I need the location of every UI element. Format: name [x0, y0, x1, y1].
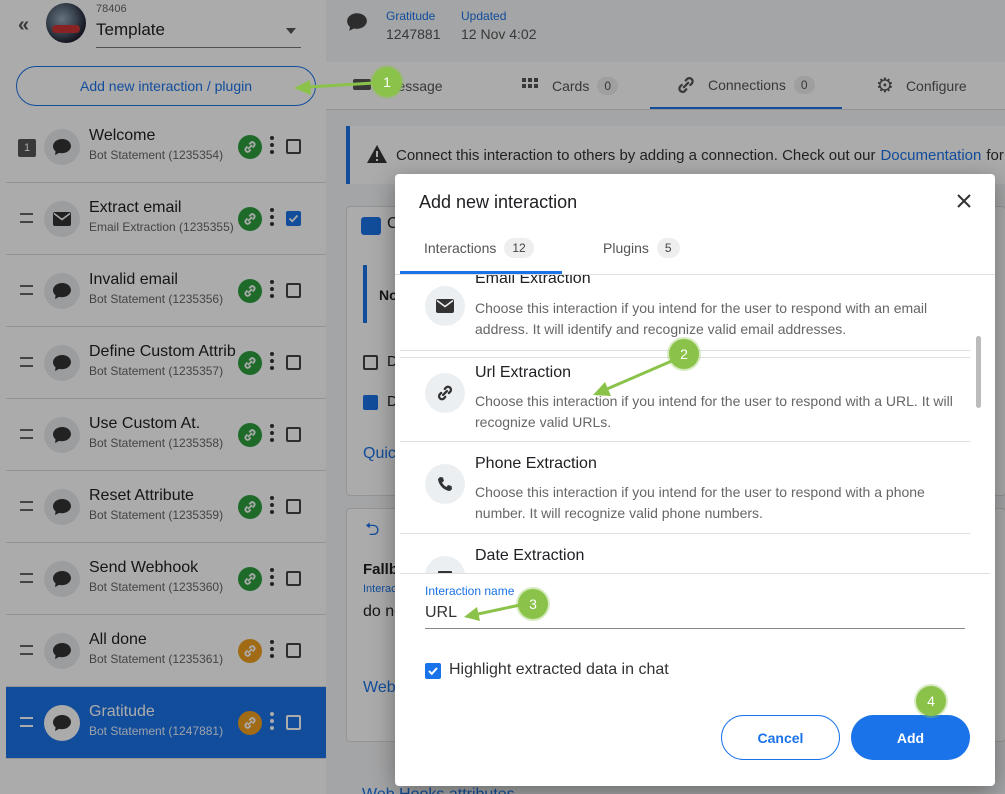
add-interaction-dialog: Add new interaction Interactions 12 Plug…	[395, 174, 995, 786]
input-underline	[425, 628, 965, 629]
list-divider	[400, 573, 990, 574]
item-description: Choose this interaction if you intend fo…	[475, 393, 953, 430]
close-icon[interactable]	[953, 190, 975, 212]
list-item-phone-extraction[interactable]: Phone Extraction Choose this interaction…	[400, 442, 970, 534]
item-title: Url Extraction	[475, 364, 572, 381]
item-title: Email Extraction	[475, 275, 591, 287]
tab-count: 12	[504, 238, 534, 258]
tab-label: Interactions	[424, 240, 497, 256]
active-tab-indicator	[400, 271, 562, 274]
item-description: Choose this interaction if you intend fo…	[475, 484, 925, 521]
dialog-title: Add new interaction	[419, 192, 578, 212]
callout-badge-4: 4	[916, 686, 946, 716]
item-title: Date Extraction	[475, 547, 585, 564]
dialog-tabs: Interactions 12 Plugins 5	[395, 228, 995, 275]
tab-count: 5	[656, 238, 680, 258]
highlight-checkbox-label[interactable]: Highlight extracted data in chat	[449, 661, 669, 679]
calendar-icon	[425, 556, 465, 573]
callout-badge-1: 1	[372, 67, 402, 97]
tab-label: Plugins	[603, 240, 649, 256]
list-scrollbar[interactable]	[976, 336, 981, 408]
highlight-checkbox[interactable]	[425, 663, 441, 679]
tab-plugins[interactable]: Plugins 5	[603, 238, 680, 258]
cancel-button[interactable]: Cancel	[721, 715, 840, 760]
link-icon	[425, 373, 465, 413]
add-button[interactable]: Add	[851, 715, 970, 760]
interaction-list: Email Extraction Choose this interaction…	[400, 275, 970, 573]
interaction-name-label: Interaction name	[425, 584, 515, 598]
envelope-icon	[425, 286, 465, 326]
tab-interactions[interactable]: Interactions 12	[424, 238, 534, 258]
item-description: Choose this interaction if you intend fo…	[475, 300, 928, 337]
item-title: Phone Extraction	[475, 455, 597, 472]
phone-icon	[425, 464, 465, 504]
interaction-name-input[interactable]: URL	[425, 604, 457, 622]
callout-badge-2: 2	[669, 339, 699, 369]
list-item-date-extraction[interactable]: Date Extraction	[400, 534, 970, 573]
callout-badge-3: 3	[518, 589, 548, 619]
